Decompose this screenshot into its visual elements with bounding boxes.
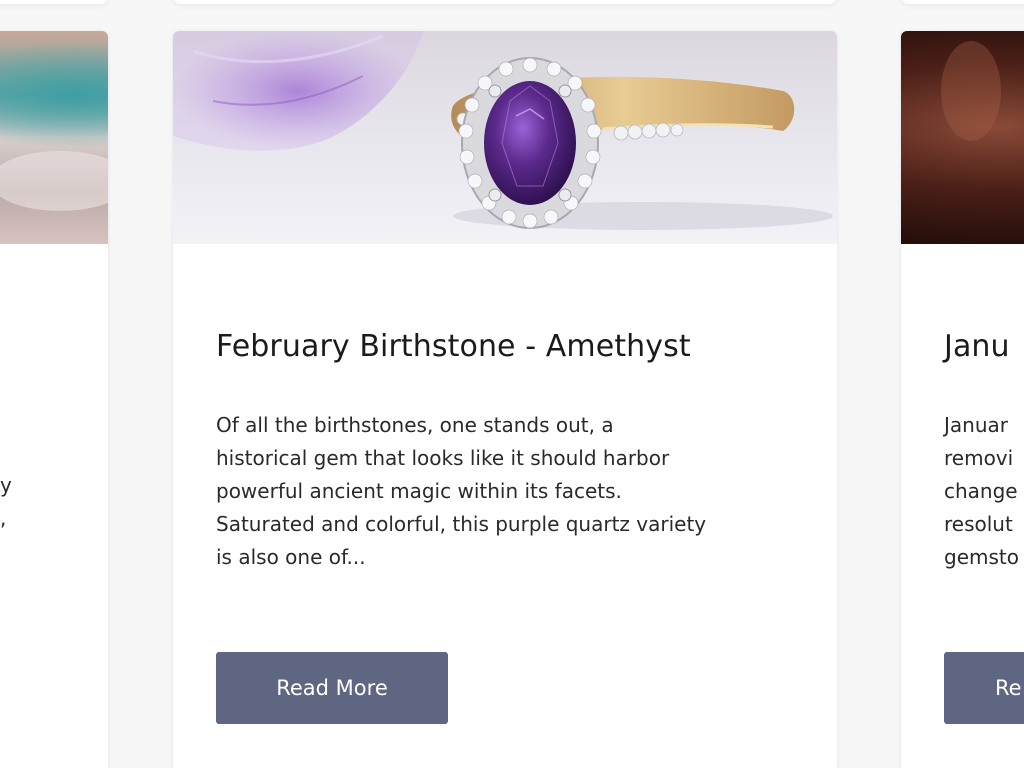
garnet-photo <box>901 31 1024 244</box>
card-image-left[interactable] <box>0 31 108 244</box>
card-title-right-fragment[interactable]: Janu <box>944 327 1010 367</box>
blog-card-right[interactable]: Janu Januar removi change resolut gemsto… <box>901 31 1024 768</box>
card-title[interactable]: February Birthstone - Amethyst <box>216 327 691 367</box>
blog-card-carousel: y , February Birthstone - Amethyst Of al… <box>0 0 1024 768</box>
card-excerpt-right-fragment: Januar removi change resolut gemsto <box>944 413 1019 569</box>
blog-card-amethyst[interactable]: February Birthstone - Amethyst Of all th… <box>173 31 837 768</box>
card-above-center-edge <box>173 0 837 4</box>
read-more-button-right[interactable]: Re <box>944 652 1024 724</box>
card-above-left-edge <box>0 0 108 4</box>
card-above-right-edge <box>901 0 1024 4</box>
crystal-photo <box>0 31 108 244</box>
card-image-right[interactable] <box>901 31 1024 244</box>
amethyst-ring-photo <box>173 31 837 244</box>
card-excerpt-left-fragment: y , <box>0 473 12 530</box>
card-image-amethyst[interactable] <box>173 31 837 244</box>
read-more-button[interactable]: Read More <box>216 652 448 724</box>
blog-card-left[interactable]: y , <box>0 31 108 768</box>
card-excerpt: Of all the birthstones, one stands out, … <box>216 413 707 569</box>
